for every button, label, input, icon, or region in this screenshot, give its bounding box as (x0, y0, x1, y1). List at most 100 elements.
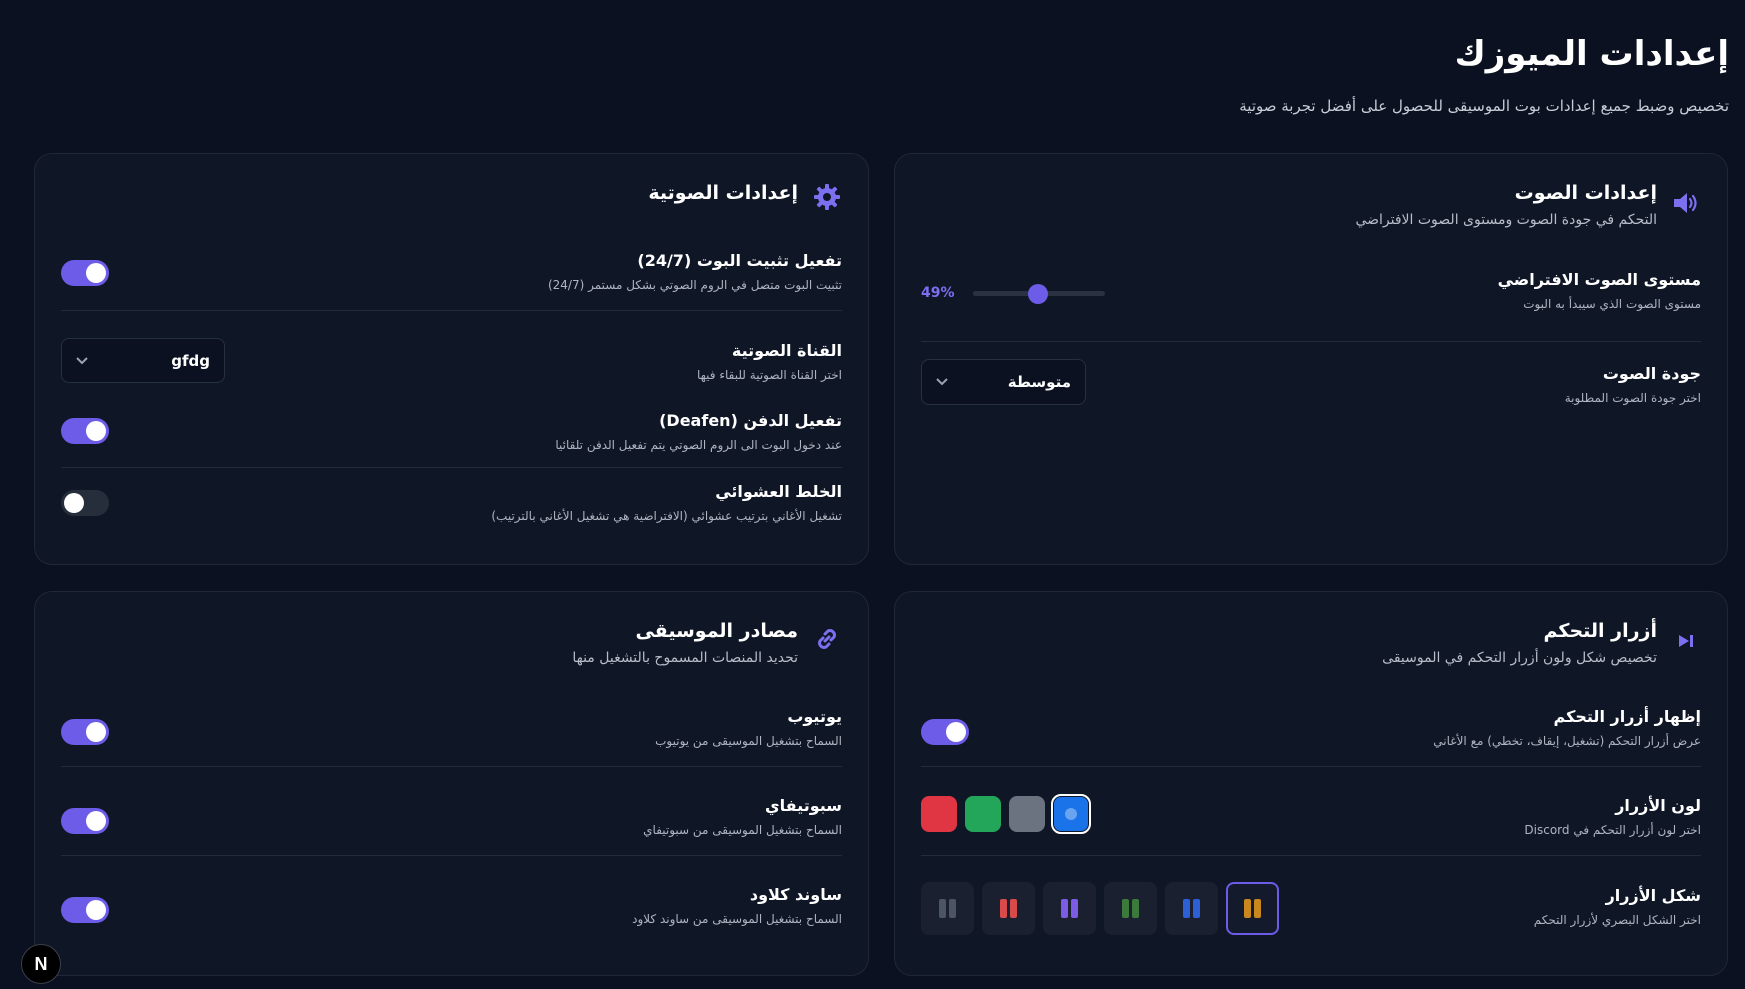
next-dev-badge[interactable]: N (21, 944, 61, 984)
pause-bar (939, 899, 946, 918)
shuffle-row: الخلط العشوائي تشغيل الأغاني بترتيب عشوا… (61, 482, 842, 542)
youtube-row: يوتيوب السماح بتشغيل الموسيقى من يوتيوب (61, 707, 842, 767)
color-swatch[interactable] (1051, 794, 1091, 834)
quality-select[interactable]: متوسطة (921, 359, 1086, 405)
youtube-toggle[interactable] (61, 719, 109, 745)
stay-toggle[interactable] (61, 260, 109, 286)
pause-bar (1193, 899, 1200, 918)
shuffle-label: الخلط العشوائي (715, 482, 842, 501)
pause-bar (1000, 899, 1007, 918)
card-description: تخصيص شكل ولون أزرار التحكم في الموسيقى (1382, 650, 1657, 666)
youtube-description: السماح بتشغيل الموسيقى من يوتيوب (655, 734, 842, 748)
soundcloud-label: ساوند كلاود (749, 885, 842, 904)
quality-select-value: متوسطة (1007, 373, 1071, 391)
audio-settings-card: إعدادات الصوت التحكم في جودة الصوت ومستو… (894, 153, 1728, 565)
gear-icon (812, 182, 842, 212)
volume-slider[interactable]: 49% (921, 282, 1107, 306)
soundcloud-row: ساوند كلاود السماح بتشغيل الموسيقى من سا… (61, 885, 842, 945)
volume-percentage: 49% (921, 285, 955, 301)
button-shape-description: اختر الشكل البصري لأزرار التحكم (1533, 913, 1701, 927)
stay-label: تفعيل تثبيت البوت (24/7) (637, 251, 842, 270)
color-swatch[interactable] (1009, 796, 1045, 832)
pause-bar (1132, 899, 1139, 918)
card-title: أزرار التحكم (1543, 620, 1658, 642)
pause-bar (1071, 899, 1078, 918)
shuffle-toggle[interactable] (61, 490, 109, 516)
spotify-description: السماح بتشغيل الموسيقى من سبوتيفاي (643, 823, 842, 837)
soundcloud-toggle[interactable] (61, 897, 109, 923)
chevron-down-icon (76, 353, 88, 369)
card-title: إعدادات الصوتية (648, 182, 798, 204)
quality-row: جودة الصوت اختر جودة الصوت المطلوبة متوس… (921, 359, 1701, 419)
volume-row: مستوى الصوت الافتراضي مستوى الصوت الذي س… (921, 270, 1701, 342)
pause-bar (949, 899, 956, 918)
button-color-row: لون الأزرار اختر لون أزرار التحكم في Dis… (921, 794, 1701, 856)
volume-slider-track[interactable] (973, 284, 1105, 304)
volume-slider-thumb[interactable] (1027, 284, 1048, 304)
page-title: إعدادات الميوزك (1454, 34, 1729, 74)
card-header: إعدادات الصوتية (648, 182, 842, 212)
control-buttons-card: أزرار التحكم تخصيص شكل ولون أزرار التحكم… (894, 591, 1728, 976)
spotify-toggle[interactable] (61, 808, 109, 834)
card-title: مصادر الموسيقى (635, 620, 798, 642)
deafen-description: عند دخول البوت الى الروم الصوتي يتم تفعي… (555, 438, 842, 452)
deafen-label: تفعيل الدفن (Deafen) (659, 411, 842, 430)
volume-description: مستوى الصوت الذي سيبدأ به البوت (1523, 297, 1701, 311)
button-shape-option[interactable] (1043, 882, 1096, 935)
quality-label: جودة الصوت (1602, 364, 1701, 383)
quality-description: اختر جودة الصوت المطلوبة (1564, 391, 1701, 405)
button-shape-row: شكل الأزرار اختر الشكل البصري لأزرار الت… (921, 882, 1701, 942)
channel-row: القناة الصوتية اختر القناة الصوتية للبقا… (61, 338, 842, 388)
card-header: أزرار التحكم تخصيص شكل ولون أزرار التحكم… (1382, 620, 1701, 666)
card-header: مصادر الموسيقى تحديد المنصات المسموح بال… (572, 620, 842, 666)
button-shape-options (921, 882, 1279, 935)
chevron-down-icon (936, 374, 948, 390)
deafen-row: تفعيل الدفن (Deafen) عند دخول البوت الى … (61, 411, 842, 468)
pause-bar (1061, 899, 1068, 918)
stay-row: تفعيل تثبيت البوت (24/7) تثبيت البوت متص… (61, 251, 842, 311)
show-controls-toggle[interactable] (921, 719, 969, 745)
button-color-label: لون الأزرار (1615, 796, 1701, 815)
button-shape-option[interactable] (1104, 882, 1157, 935)
button-color-swatches (921, 794, 1091, 834)
pause-bar (1122, 899, 1129, 918)
button-shape-option[interactable] (982, 882, 1035, 935)
card-description: التحكم في جودة الصوت ومستوى الصوت الافتر… (1355, 212, 1657, 228)
color-swatch[interactable] (921, 796, 957, 832)
voice-settings-card: إعدادات الصوتية تفعيل تثبيت البوت (24/7)… (34, 153, 869, 565)
button-shape-option[interactable] (921, 882, 974, 935)
speaker-icon (1671, 188, 1701, 218)
card-title: إعدادات الصوت (1514, 182, 1657, 204)
button-shape-option[interactable] (1226, 882, 1279, 935)
button-shape-label: شكل الأزرار (1605, 886, 1701, 905)
stay-description: تثبيت البوت متصل في الروم الصوتي بشكل مس… (547, 278, 842, 292)
show-controls-description: عرض أزرار التحكم (تشغيل، إيقاف، تخطي) مع… (1433, 734, 1701, 748)
pause-bar (1010, 899, 1017, 918)
spotify-row: سبوتيفاي السماح بتشغيل الموسيقى من سبوتي… (61, 796, 842, 856)
shuffle-description: تشغيل الأغاني بترتيب عشوائي (الافتراضية … (491, 509, 842, 523)
button-color-description: اختر لون أزرار التحكم في Discord (1524, 823, 1701, 837)
color-swatch[interactable] (965, 796, 1001, 832)
pause-bar (1254, 899, 1261, 918)
link-icon (812, 624, 842, 654)
pause-bar (1244, 899, 1251, 918)
page-subtitle: تخصيص وضبط جميع إعدادات بوت الموسيقى للح… (1239, 97, 1729, 115)
volume-label: مستوى الصوت الافتراضي (1497, 270, 1701, 289)
skip-forward-icon (1671, 626, 1701, 656)
channel-select-value: gfdg (171, 351, 210, 370)
deafen-toggle[interactable] (61, 418, 109, 444)
channel-select[interactable]: gfdg (61, 338, 225, 383)
button-shape-option[interactable] (1165, 882, 1218, 935)
channel-description: اختر القناة الصوتية للبقاء فيها (696, 368, 842, 382)
show-controls-label: إظهار أزرار التحكم (1553, 707, 1701, 726)
card-header: إعدادات الصوت التحكم في جودة الصوت ومستو… (1355, 182, 1701, 228)
channel-label: القناة الصوتية (731, 341, 842, 360)
card-description: تحديد المنصات المسموح بالتشغيل منها (572, 650, 798, 666)
music-settings-page: إعدادات الميوزك تخصيص وضبط جميع إعدادات … (0, 0, 1745, 989)
pause-bar (1183, 899, 1190, 918)
spotify-label: سبوتيفاي (764, 796, 842, 815)
music-sources-card: مصادر الموسيقى تحديد المنصات المسموح بال… (34, 591, 869, 976)
soundcloud-description: السماح بتشغيل الموسيقى من ساوند كلاود (632, 912, 842, 926)
youtube-label: يوتيوب (787, 707, 842, 726)
show-controls-row: إظهار أزرار التحكم عرض أزرار التحكم (تشغ… (921, 707, 1701, 767)
